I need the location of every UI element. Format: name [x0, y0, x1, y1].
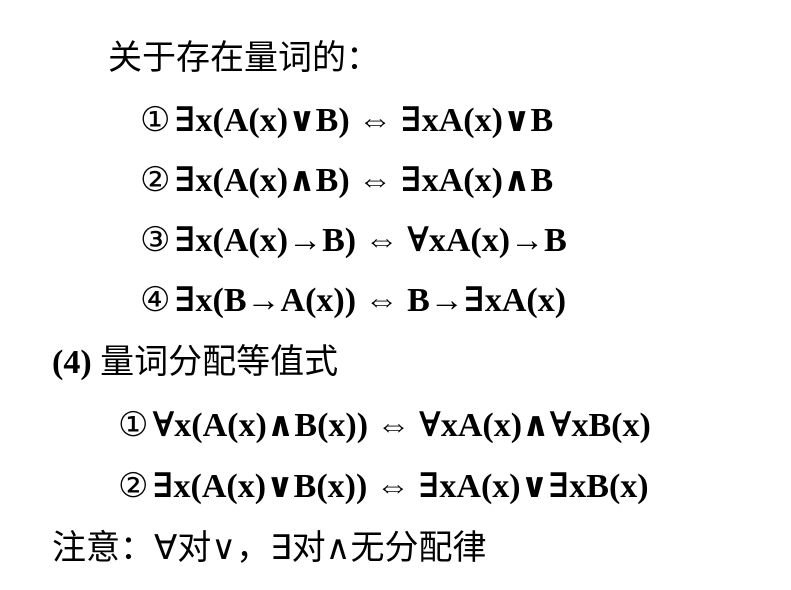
slide: 关于存在量词的： ① ∃x(A(x)∨B) ⇔ ∃xA(x)∨B ② ∃x(A(x)…	[0, 0, 791, 590]
item-number: ②	[140, 160, 171, 200]
section-label: (4)	[52, 344, 92, 381]
item-number: ①	[118, 405, 149, 445]
item-number: ③	[140, 220, 171, 260]
item-number: ①	[140, 100, 171, 140]
note: 注意：∀对∨，∃对∧无分配律	[52, 528, 487, 568]
item-number: ②	[118, 466, 149, 506]
item-number: ④	[140, 280, 171, 320]
formula: ∃x(A(x)∨B) ⇔ ∃xA(x)∨B	[174, 102, 554, 139]
formula: ∃x(B→A(x)) ⇔ B→∃xA(x)	[174, 282, 567, 319]
section-4-heading: (4) 量词分配等值式	[52, 342, 338, 383]
formula-row-3: ③ ∃x(A(x)→B) ⇔ ∀xA(x)→B	[140, 220, 567, 261]
formula-row-4: ④ ∃x(B→A(x)) ⇔ B→∃xA(x)	[140, 280, 566, 321]
section-title: 量词分配等值式	[100, 342, 339, 382]
formula: ∃x(A(x)∨B(x)) ⇔ ∃xA(x)∨∃xB(x)	[152, 468, 649, 505]
heading-existential: 关于存在量词的：	[108, 38, 380, 78]
formula-row-2: ② ∃x(A(x)∧B) ⇔ ∃xA(x)∧B	[140, 160, 553, 201]
formula-row-1: ① ∃x(A(x)∨B) ⇔ ∃xA(x)∨B	[140, 100, 553, 141]
distribution-row-2: ② ∃x(A(x)∨B(x)) ⇔ ∃xA(x)∨∃xB(x)	[118, 466, 649, 507]
formula: ∃x(A(x)→B) ⇔ ∀xA(x)→B	[174, 222, 567, 259]
distribution-row-1: ① ∀x(A(x)∧B(x)) ⇔ ∀xA(x)∧∀xB(x)	[118, 405, 651, 446]
formula: ∀x(A(x)∧B(x)) ⇔ ∀xA(x)∧∀xB(x)	[152, 407, 651, 444]
formula: ∃x(A(x)∧B) ⇔ ∃xA(x)∧B	[174, 162, 554, 199]
